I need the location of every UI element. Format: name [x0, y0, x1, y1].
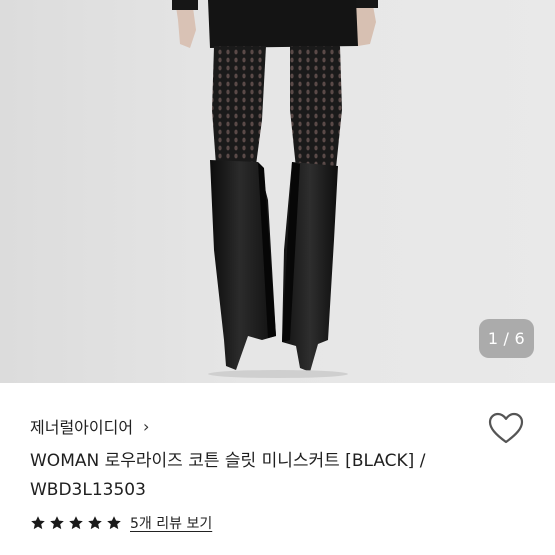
rating-row: 5개 리뷰 보기 [30, 513, 212, 533]
product-image[interactable]: 1 / 6 [0, 0, 555, 383]
product-title: WOMAN 로우라이즈 코튼 슬릿 미니스커트 [BLACK] / WBD3L1… [30, 451, 426, 500]
brand-name: 제너럴아이디어 [30, 418, 134, 437]
heart-outline-icon[interactable] [487, 410, 525, 448]
image-counter: 1 / 6 [479, 319, 534, 358]
image-counter-separator: / [503, 329, 510, 348]
star-filled-icon [88, 516, 102, 530]
reviews-link[interactable]: 5개 리뷰 보기 [130, 513, 212, 533]
star-filled-icon [107, 516, 121, 530]
star-filled-icon [69, 516, 83, 530]
chevron-right-icon: › [143, 416, 150, 436]
star-rating [30, 515, 125, 531]
brand-link[interactable]: 제너럴아이디어 › [30, 414, 149, 438]
image-counter-current: 1 [487, 329, 499, 348]
image-counter-total: 6 [514, 329, 526, 348]
star-filled-icon [50, 516, 64, 530]
star-filled-icon [31, 516, 45, 530]
product-photo [172, 0, 378, 378]
product-info: 제너럴아이디어 › WOMAN 로우라이즈 코튼 슬릿 미니스커트 [BLACK… [0, 383, 555, 555]
